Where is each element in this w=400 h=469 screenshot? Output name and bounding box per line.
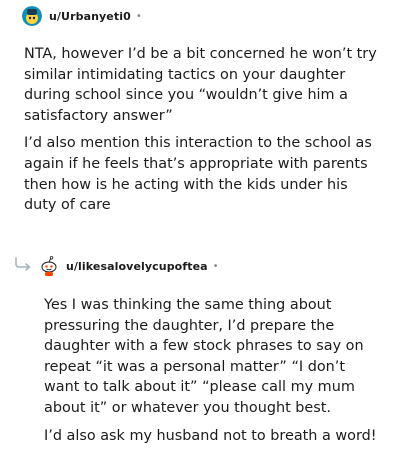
username-link[interactable]: u/likesalovelycupoftea	[66, 260, 208, 273]
user-avatar-icon[interactable]	[22, 6, 42, 26]
snoo-avatar-icon[interactable]	[38, 255, 60, 277]
comment-body: NTA, however I’d be a bit concerned he w…	[24, 44, 384, 223]
comment-paragraph: NTA, however I’d be a bit concerned he w…	[24, 46, 377, 124]
username-link[interactable]: u/Urbanyeti0	[49, 10, 131, 23]
comment-paragraph: Yes I was thinking the same thing about …	[44, 297, 364, 416]
meta-separator: •	[212, 260, 219, 272]
comment-paragraph: I’d also ask my husband not to breath a …	[44, 427, 377, 444]
meta-separator: •	[135, 10, 142, 22]
reply-thread-icon	[15, 257, 31, 271]
comment-paragraph: I’d also mention this interaction to the…	[24, 135, 372, 214]
comment-header: u/likesalovelycupoftea •	[38, 255, 219, 277]
comment-header: u/Urbanyeti0 •	[22, 6, 142, 26]
comment-body: Yes I was thinking the same thing about …	[44, 295, 384, 453]
